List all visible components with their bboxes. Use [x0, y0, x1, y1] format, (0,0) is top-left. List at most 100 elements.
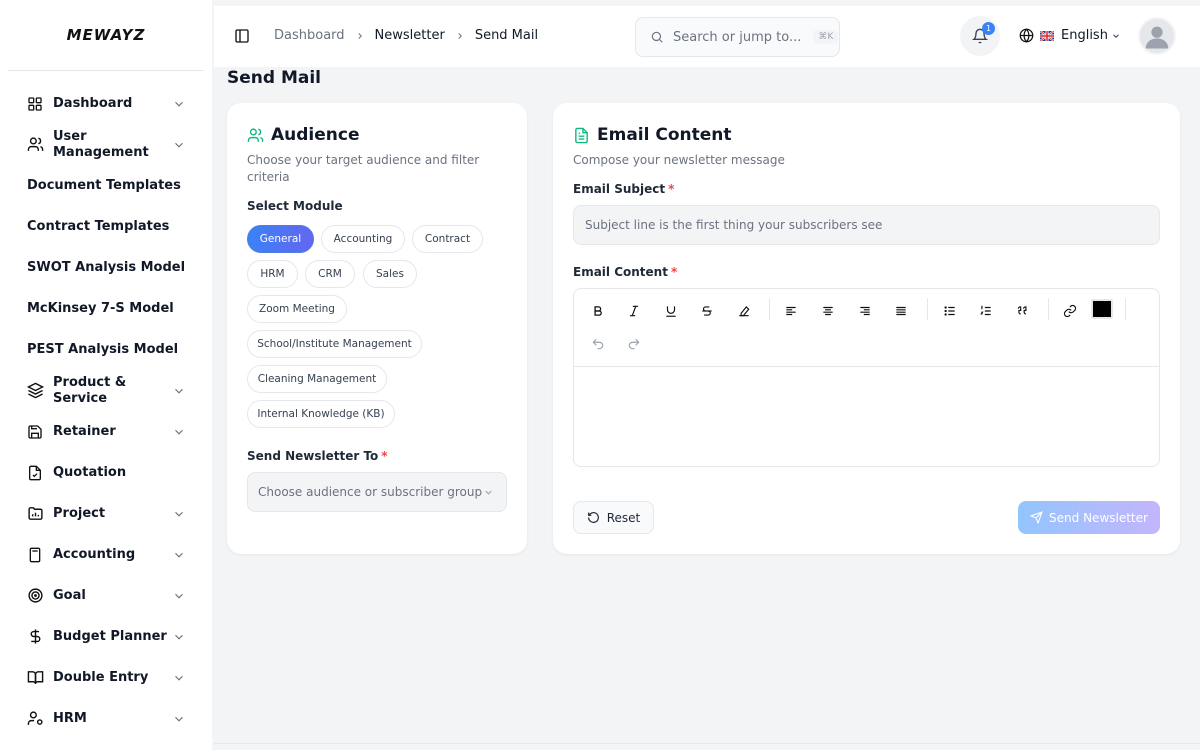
chevron-down-icon: [175, 716, 183, 722]
module-chip-zoom-meeting[interactable]: Zoom Meeting: [247, 295, 347, 323]
sidebar-item-label: Contract Templates: [27, 218, 170, 234]
sidebar-item-user-management[interactable]: User Management: [0, 124, 212, 165]
folder-chart-icon: [26, 505, 44, 523]
module-chip-contract[interactable]: Contract: [412, 225, 483, 253]
email-subject-label: Email Subject *: [573, 182, 675, 196]
email-content-card: Email Content Compose your newsletter me…: [553, 103, 1180, 554]
chevron-down-icon: [175, 388, 183, 394]
rich-text-editor: [573, 288, 1160, 467]
send-to-label: Send Newsletter To *: [247, 449, 388, 463]
sidebar: MEWAYZ Dashboard User Management Documen…: [0, 0, 212, 750]
align-justify-icon[interactable]: [892, 302, 910, 320]
logo-text: MEWAYZ: [66, 26, 146, 44]
align-center-icon[interactable]: [819, 302, 837, 320]
breadcrumb-dashboard[interactable]: Dashboard: [274, 28, 345, 43]
sidebar-item-document-templates[interactable]: Document Templates: [0, 165, 212, 206]
breadcrumb: Dashboard Newsletter Send Mail: [274, 28, 538, 43]
sidebar-item-label: Retainer: [53, 423, 116, 439]
avatar[interactable]: [1138, 17, 1176, 55]
module-chip-hrm[interactable]: HRM: [247, 260, 298, 288]
sidebar-item-goal[interactable]: Goal: [0, 575, 212, 616]
clear-format-icon[interactable]: [735, 302, 753, 320]
module-chip-school-institute[interactable]: School/Institute Management: [247, 330, 422, 358]
rotate-ccw-icon: [587, 512, 599, 523]
users-icon: [26, 136, 44, 154]
module-chip-cleaning-management[interactable]: Cleaning Management: [247, 365, 387, 393]
breadcrumb-send-mail: Send Mail: [474, 28, 539, 43]
email-subject-input[interactable]: Subject line is the first thing your sub…: [573, 205, 1160, 245]
sidebar-item-project[interactable]: Project: [0, 493, 212, 534]
sidebar-item-label: McKinsey 7-S Model: [27, 300, 174, 316]
sidebar-item-label: Budget Planner: [53, 628, 167, 644]
sidebar-item-budget-planner[interactable]: Budget Planner: [0, 616, 212, 657]
redo-icon[interactable]: [625, 335, 643, 353]
sidebar-item-retainer[interactable]: Retainer: [0, 411, 212, 452]
breadcrumb-newsletter[interactable]: Newsletter: [375, 28, 445, 43]
blockquote-icon[interactable]: [1014, 302, 1032, 320]
undo-icon[interactable]: [589, 335, 607, 353]
select-module-label: Select Module: [247, 199, 343, 213]
chevron-down-icon: [485, 490, 492, 495]
sidebar-nav: Dashboard User Management Document Templ…: [0, 71, 212, 739]
reset-button[interactable]: Reset: [573, 501, 654, 534]
chevron-down-icon: [175, 634, 183, 640]
link-icon[interactable]: [1061, 302, 1079, 320]
dollar-icon: [26, 628, 44, 646]
grid-icon: [26, 95, 44, 113]
audience-title: Audience: [271, 125, 360, 145]
users-icon: [247, 127, 264, 142]
module-chip-general[interactable]: General: [247, 225, 314, 253]
sidebar-item-swot-analysis[interactable]: SWOT Analysis Model: [0, 247, 212, 288]
sidebar-item-label: Product & Service: [53, 374, 127, 406]
numbered-list-icon[interactable]: [977, 302, 995, 320]
email-content-label: Email Content *: [573, 265, 678, 279]
sidebar-item-accounting[interactable]: Accounting: [0, 534, 212, 575]
align-right-icon[interactable]: [856, 302, 874, 320]
audience-select[interactable]: Choose audience or subscriber group: [247, 472, 507, 512]
underline-icon[interactable]: [662, 302, 680, 320]
audience-select-placeholder: Choose audience or subscriber group: [258, 485, 483, 499]
toolbar-separator: [927, 298, 928, 320]
bold-icon[interactable]: [589, 302, 607, 320]
send-newsletter-label: Send Newsletter: [1049, 510, 1148, 525]
search-input[interactable]: Search or jump to... ⌘K: [635, 17, 840, 57]
module-chip-accounting[interactable]: Accounting: [321, 225, 405, 253]
sidebar-item-dashboard[interactable]: Dashboard: [0, 83, 212, 124]
module-chip-internal-knowledge[interactable]: Internal Knowledge (KB): [247, 400, 395, 428]
top-bar: Dashboard Newsletter Send Mail Search or…: [214, 6, 1200, 67]
audience-header: Audience: [247, 125, 360, 145]
module-chip-crm[interactable]: CRM: [305, 260, 355, 288]
chevron-right-icon: [455, 31, 465, 41]
sidebar-item-label: User Management: [53, 128, 149, 160]
chevron-down-icon: [175, 675, 183, 681]
audience-subtitle: Choose your target audience and filter c…: [247, 152, 479, 186]
toolbar-separator: [1125, 298, 1126, 320]
bullet-list-icon[interactable]: [941, 302, 959, 320]
sidebar-toggle-icon[interactable]: [234, 28, 250, 44]
sidebar-item-mckinsey-7s[interactable]: McKinsey 7-S Model: [0, 288, 212, 329]
email-subject-placeholder: Subject line is the first thing your sub…: [585, 218, 883, 232]
sidebar-item-product-service[interactable]: Product & Service: [0, 370, 212, 411]
sidebar-item-pest-analysis[interactable]: PEST Analysis Model: [0, 329, 212, 370]
email-content-subtitle: Compose your newsletter message: [573, 153, 785, 167]
strikethrough-icon[interactable]: [698, 302, 716, 320]
editor-content-area[interactable]: [574, 367, 1159, 466]
send-newsletter-button[interactable]: Send Newsletter: [1018, 501, 1160, 534]
sidebar-item-label: Quotation: [53, 464, 127, 480]
sidebar-item-label: Accounting: [53, 546, 136, 562]
editor-toolbar: [574, 289, 1159, 367]
module-chip-sales[interactable]: Sales: [363, 260, 417, 288]
sidebar-item-quotation[interactable]: Quotation: [0, 452, 212, 493]
file-check-icon: [26, 464, 44, 482]
layers-icon: [26, 382, 44, 400]
sidebar-item-hrm[interactable]: HRM: [0, 698, 212, 739]
sidebar-item-double-entry[interactable]: Double Entry: [0, 657, 212, 698]
italic-icon[interactable]: [625, 302, 643, 320]
brand-logo[interactable]: MEWAYZ: [0, 0, 212, 70]
sidebar-item-contract-templates[interactable]: Contract Templates: [0, 206, 212, 247]
chevron-down-icon: [175, 142, 183, 148]
align-left-icon[interactable]: [782, 302, 800, 320]
text-color-picker[interactable]: [1091, 299, 1113, 319]
notifications-button[interactable]: 1: [960, 16, 1000, 56]
language-selector[interactable]: English: [1019, 28, 1121, 43]
